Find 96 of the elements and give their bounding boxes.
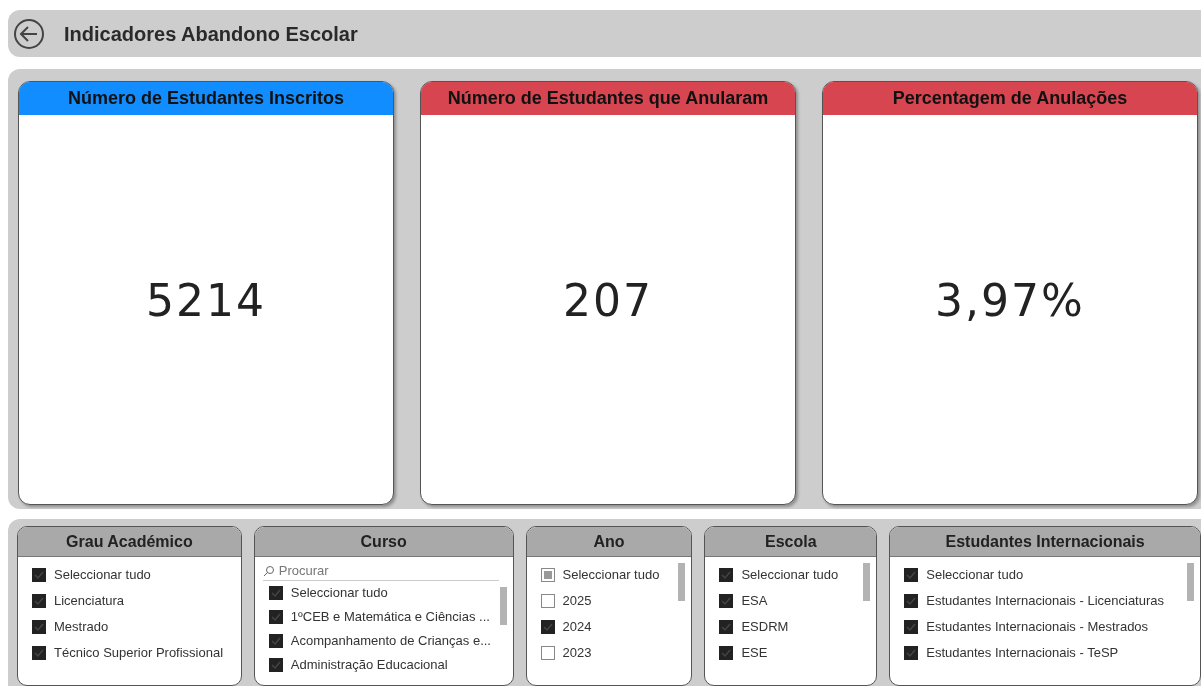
- checkbox[interactable]: [32, 620, 46, 634]
- check-icon: [906, 622, 917, 632]
- checkbox[interactable]: [904, 646, 919, 660]
- check-icon: [906, 596, 917, 606]
- option-label: Técnico Superior Profissional: [54, 644, 224, 663]
- filter-title: Curso: [254, 527, 513, 557]
- filter-option[interactable]: Seleccionar tudo: [32, 565, 227, 585]
- option-label: ESE: [741, 644, 768, 663]
- search-icon: [262, 564, 275, 577]
- check-icon: [34, 648, 44, 658]
- filter-option[interactable]: Seleccionar tudo: [719, 565, 863, 585]
- checkbox[interactable]: [32, 646, 46, 660]
- checkbox[interactable]: [32, 594, 46, 608]
- check-icon: [721, 596, 732, 606]
- checkbox[interactable]: [719, 620, 734, 634]
- option-label: ESDRM: [741, 618, 789, 637]
- check-icon: [721, 648, 732, 658]
- checkbox[interactable]: [904, 568, 919, 582]
- filter-option[interactable]: 2024: [540, 617, 678, 637]
- checkbox[interactable]: [904, 620, 919, 634]
- check-icon: [542, 622, 553, 632]
- check-icon: [906, 570, 917, 580]
- checkbox[interactable]: [540, 568, 555, 582]
- checkbox[interactable]: [268, 634, 283, 648]
- option-label: Seleccionar tudo: [741, 566, 839, 585]
- checkbox[interactable]: [32, 568, 46, 582]
- back-button[interactable]: [12, 16, 46, 51]
- search-field[interactable]: Procurar: [278, 560, 459, 581]
- filter-option[interactable]: ESA: [719, 591, 863, 611]
- filter-option[interactable]: Estudantes Internacionais - Mestrados: [904, 617, 1186, 637]
- option-label: Estudantes Internacionais - Licenciaturas: [926, 592, 1164, 611]
- filter-option[interactable]: Seleccionar tudo: [540, 565, 678, 585]
- checkbox[interactable]: [268, 586, 283, 600]
- kpi-value: 3,97%: [935, 273, 1085, 328]
- option-label: 2023: [562, 644, 592, 663]
- option-label: Estudantes Internacionais - TeSP: [926, 644, 1119, 663]
- filter-option[interactable]: 1ºCEB e Matemática e Ciências ...: [268, 607, 499, 627]
- filter-option[interactable]: Seleccionar tudo: [268, 583, 499, 603]
- filter-option[interactable]: Estudantes Internacionais - TeSP: [904, 643, 1186, 663]
- option-label: Acompanhamento de Crianças e...: [290, 632, 491, 651]
- filter-option[interactable]: 2025: [540, 591, 678, 611]
- card-title: Número de Estudantes Inscritos: [19, 82, 393, 116]
- checkbox[interactable]: [904, 594, 919, 608]
- option-label: Licenciatura: [54, 592, 125, 611]
- option-label: 2024: [562, 618, 592, 637]
- option-label: 2025: [562, 592, 592, 611]
- option-label: ESA: [741, 592, 768, 611]
- option-label: 1ºCEB e Matemática e Ciências ...: [290, 608, 490, 627]
- card-title: Percentagem de Anulações: [823, 82, 1197, 116]
- option-label: Mestrado: [54, 618, 109, 637]
- scrollbar-thumb[interactable]: [863, 563, 871, 601]
- page-title: Indicadores Abandono Escolar: [64, 21, 358, 47]
- checkbox[interactable]: [719, 568, 734, 582]
- option-label: Seleccionar tudo: [290, 584, 388, 603]
- checkbox[interactable]: [540, 646, 555, 660]
- check-icon: [270, 612, 281, 622]
- kpi-value: 207: [563, 273, 653, 328]
- option-label: Seleccionar tudo: [562, 566, 660, 585]
- filter-title: Escola: [705, 527, 877, 557]
- filter-title: Ano: [526, 527, 692, 557]
- checkbox[interactable]: [268, 658, 283, 672]
- filter-option[interactable]: Administração Educacional: [268, 655, 499, 675]
- kpi-value: 5214: [146, 273, 266, 328]
- filter-option[interactable]: ESDRM: [719, 617, 863, 637]
- checkbox[interactable]: [719, 594, 734, 608]
- checkbox[interactable]: [268, 610, 283, 624]
- check-icon: [270, 588, 281, 598]
- scrollbar-thumb[interactable]: [678, 563, 686, 601]
- filter-option[interactable]: Licenciatura: [32, 591, 227, 611]
- option-label: Administração Educacional: [290, 656, 448, 675]
- check-icon: [34, 570, 44, 580]
- filter-title: Grau Académico: [18, 527, 241, 557]
- filter-option[interactable]: Técnico Superior Profissional: [32, 643, 227, 663]
- filter-option[interactable]: Acompanhamento de Crianças e...: [268, 631, 499, 651]
- checkbox[interactable]: [719, 646, 734, 660]
- scrollbar-thumb[interactable]: [1187, 563, 1194, 601]
- filter-option[interactable]: Mestrado: [32, 617, 227, 637]
- check-icon: [270, 660, 281, 670]
- option-label: Estudantes Internacionais - Mestrados: [926, 618, 1149, 637]
- check-icon: [906, 648, 917, 658]
- check-icon: [721, 570, 732, 580]
- card-title: Número de Estudantes que Anularam: [421, 82, 795, 116]
- option-label: Seleccionar tudo: [926, 566, 1024, 585]
- checkbox[interactable]: [540, 620, 555, 634]
- check-icon: [34, 622, 44, 632]
- filter-title: Estudantes Internacionais: [890, 527, 1200, 557]
- checkbox[interactable]: [540, 594, 555, 608]
- check-icon: [34, 596, 44, 606]
- filter-option[interactable]: 2023: [540, 643, 678, 663]
- check-icon: [270, 636, 281, 646]
- filter-option[interactable]: ESE: [719, 643, 863, 663]
- scrollbar-thumb[interactable]: [499, 587, 507, 625]
- check-icon: [721, 622, 732, 632]
- filter-option[interactable]: Seleccionar tudo: [904, 565, 1186, 585]
- option-label: Seleccionar tudo: [54, 566, 151, 585]
- filter-option[interactable]: Estudantes Internacionais - Licenciaturas: [904, 591, 1186, 611]
